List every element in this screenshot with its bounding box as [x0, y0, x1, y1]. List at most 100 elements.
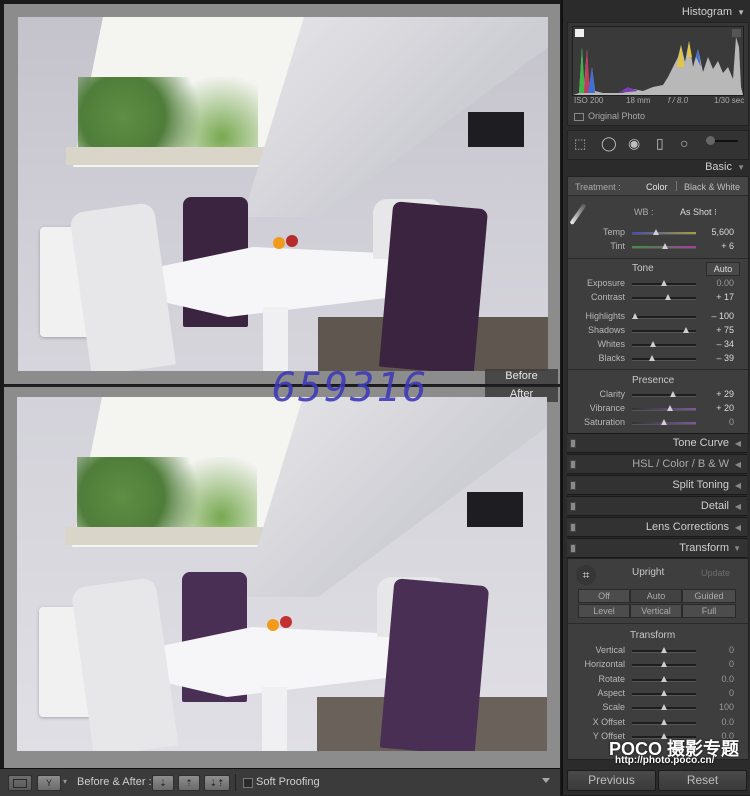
transform-slider[interactable]: [632, 647, 696, 653]
transform-slider-value[interactable]: 0: [729, 645, 734, 655]
upright-off-button[interactable]: Off: [578, 589, 630, 603]
histogram-title[interactable]: Histogram: [682, 6, 732, 18]
transform-slider-value[interactable]: 0: [729, 659, 734, 669]
transform-slider[interactable]: [632, 718, 696, 725]
before-pane[interactable]: Before: [4, 4, 560, 384]
panel-switch-icon[interactable]: [570, 460, 576, 469]
before-after-mode-button[interactable]: Y: [37, 775, 61, 791]
basic-collapse-icon[interactable]: ▼: [737, 163, 745, 172]
section-hsl[interactable]: HSL / Color / B & W ◀: [567, 454, 747, 474]
contrast-slider[interactable]: [632, 294, 696, 300]
vibrance-slider-thumb[interactable]: [667, 405, 674, 411]
spot-removal-icon[interactable]: ◯: [601, 135, 617, 152]
upright-level-button[interactable]: Level: [578, 604, 630, 618]
soft-proofing-checkbox[interactable]: [243, 778, 253, 788]
highlights-slider-thumb[interactable]: [631, 313, 638, 319]
mode-menu-caret-icon[interactable]: ▾: [63, 777, 67, 786]
radial-filter-icon[interactable]: ○: [680, 135, 688, 151]
transform-slider[interactable]: [632, 704, 696, 711]
transform-slider-thumb[interactable]: [661, 675, 667, 682]
previous-button[interactable]: Previous: [567, 770, 656, 791]
upright-auto-button[interactable]: Auto: [630, 589, 682, 603]
blacks-slider-thumb[interactable]: [648, 355, 655, 361]
temp-value[interactable]: 5,600: [711, 227, 734, 237]
guided-upright-tool-icon[interactable]: ⌗: [576, 565, 596, 585]
swap-before-after-button[interactable]: ⇣⇡: [204, 775, 230, 791]
toolbar-content-menu-icon[interactable]: [542, 778, 550, 783]
section-transform[interactable]: Transform ▼: [567, 538, 747, 558]
transform-slider-thumb[interactable]: [661, 689, 667, 696]
temp-slider[interactable]: [632, 229, 696, 235]
panel-switch-icon[interactable]: [570, 502, 576, 511]
upright-guided-button[interactable]: Guided: [682, 589, 736, 603]
whites-value[interactable]: – 34: [716, 339, 734, 349]
highlights-slider[interactable]: [631, 313, 696, 319]
wb-eyedropper-icon[interactable]: [569, 203, 587, 225]
transform-slider[interactable]: [632, 689, 696, 696]
panel-switch-icon[interactable]: [570, 481, 576, 490]
blacks-value[interactable]: – 39: [716, 353, 734, 363]
tone-auto-button[interactable]: Auto: [706, 262, 740, 276]
crop-overlay-icon[interactable]: ⬚: [574, 136, 586, 152]
vibrance-value[interactable]: + 20: [716, 403, 734, 413]
vibrance-slider[interactable]: [632, 405, 696, 411]
original-photo-checkbox[interactable]: [574, 113, 584, 121]
saturation-slider[interactable]: [632, 419, 696, 425]
transform-slider-value[interactable]: 100: [719, 702, 734, 712]
contrast-value[interactable]: + 17: [716, 292, 734, 302]
panel-switch-icon[interactable]: [570, 544, 576, 553]
shadows-slider[interactable]: [632, 327, 696, 333]
reset-button[interactable]: Reset: [658, 770, 747, 791]
highlights-value[interactable]: – 100: [711, 311, 734, 321]
transform-slider-thumb[interactable]: [661, 661, 667, 668]
upright-vertical-button[interactable]: Vertical: [630, 604, 682, 618]
treatment-bw-option[interactable]: Black & White: [684, 182, 740, 192]
section-lens-corrections[interactable]: Lens Corrections ◀: [567, 517, 747, 537]
adjustment-brush-icon[interactable]: [706, 136, 738, 145]
section-detail[interactable]: Detail ◀: [567, 496, 747, 516]
graduated-filter-icon[interactable]: ▯: [656, 135, 664, 152]
exposure-value[interactable]: 0.00: [716, 278, 734, 288]
histogram-graph[interactable]: [572, 26, 744, 96]
clarity-slider-thumb[interactable]: [669, 391, 676, 397]
treatment-color-option[interactable]: Color: [646, 182, 668, 192]
exposure-slider[interactable]: [632, 280, 696, 286]
upright-full-button[interactable]: Full: [682, 604, 736, 618]
tint-value[interactable]: + 6: [721, 241, 734, 251]
blacks-slider[interactable]: [632, 355, 696, 361]
transform-slider-value[interactable]: 0.0: [721, 674, 734, 684]
whites-slider-thumb[interactable]: [650, 341, 657, 347]
shadows-value[interactable]: + 75: [716, 325, 734, 335]
tint-slider-thumb[interactable]: [662, 243, 669, 249]
saturation-value[interactable]: 0: [729, 417, 734, 427]
red-eye-icon[interactable]: ◉: [628, 135, 640, 152]
section-tone-curve[interactable]: Tone Curve ◀: [567, 433, 747, 453]
transform-slider-thumb[interactable]: [661, 718, 667, 725]
panel-switch-icon[interactable]: [570, 523, 576, 532]
panel-switch-icon[interactable]: [570, 439, 576, 448]
clarity-value[interactable]: + 29: [716, 389, 734, 399]
loupe-view-button[interactable]: [8, 775, 32, 791]
after-pane[interactable]: After: [4, 385, 560, 769]
copy-after-to-before-button[interactable]: ⇡: [178, 775, 200, 791]
transform-slider[interactable]: [632, 675, 696, 682]
saturation-slider-thumb[interactable]: [661, 419, 667, 425]
wb-select[interactable]: As Shot ⁝: [680, 207, 717, 218]
upright-update-button[interactable]: Update: [701, 568, 730, 578]
contrast-slider-thumb[interactable]: [665, 294, 672, 300]
clarity-slider[interactable]: [632, 391, 696, 397]
basic-section-title[interactable]: Basic: [705, 161, 732, 173]
shadows-slider-thumb[interactable]: [682, 327, 689, 333]
exposure-slider-thumb[interactable]: [661, 280, 667, 286]
transform-slider-thumb[interactable]: [661, 647, 667, 653]
transform-slider[interactable]: [632, 661, 696, 668]
histogram-collapse-icon[interactable]: ▼: [737, 8, 745, 17]
tint-slider[interactable]: [632, 243, 696, 249]
temp-slider-thumb[interactable]: [653, 229, 660, 235]
section-split-toning[interactable]: Split Toning ◀: [567, 475, 747, 495]
whites-slider[interactable]: [632, 341, 696, 347]
copy-before-to-after-button[interactable]: ⇣: [152, 775, 174, 791]
transform-slider-thumb[interactable]: [661, 704, 667, 711]
transform-slider-value[interactable]: 0: [729, 688, 734, 698]
transform-slider-value[interactable]: 0.0: [721, 717, 734, 727]
